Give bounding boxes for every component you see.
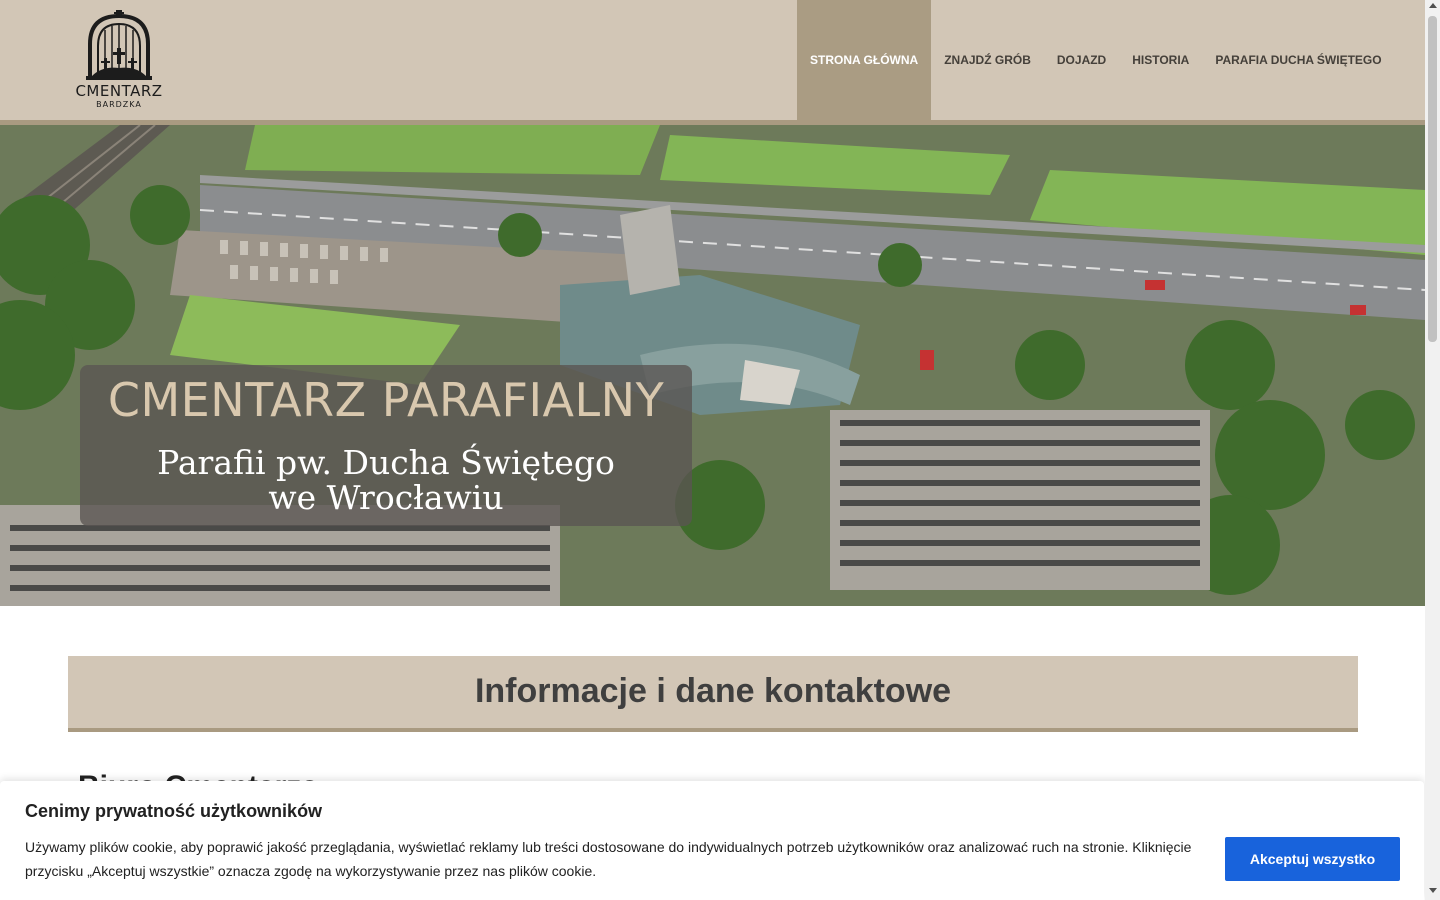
hero-banner: CMENTARZ PARAFIALNY Parafii pw. Ducha Św… xyxy=(0,125,1425,606)
cookie-description: Używamy plików cookie, aby poprawić jako… xyxy=(25,839,1192,879)
logo-subtitle: BARDZKA xyxy=(96,100,142,109)
hero-caption-box: CMENTARZ PARAFIALNY Parafii pw. Ducha Św… xyxy=(80,365,692,526)
cookie-title: Cenimy prywatność użytkowników xyxy=(25,801,323,821)
logo-title: CMENTARZ xyxy=(75,82,163,100)
page-scrollbar[interactable] xyxy=(1425,0,1440,900)
site-logo[interactable]: CMENTARZ BARDZKA xyxy=(72,10,166,112)
accept-all-button[interactable]: Akceptuj wszystko xyxy=(1225,837,1400,881)
scroll-down-arrow-icon[interactable] xyxy=(1429,888,1437,893)
info-banner: Informacje i dane kontaktowe xyxy=(68,656,1358,732)
nav-item-historia[interactable]: HISTORIA xyxy=(1119,0,1202,120)
scroll-thumb[interactable] xyxy=(1428,16,1437,342)
nav-item-parafia[interactable]: PARAFIA DUCHA ŚWIĘTEGO xyxy=(1202,0,1394,120)
site-header: CMENTARZ BARDZKA STRONA GŁÓWNA ZNAJDŹ GR… xyxy=(0,0,1425,120)
nav-item-znajdz-grob[interactable]: ZNAJDŹ GRÓB xyxy=(931,0,1044,120)
main-nav: STRONA GŁÓWNA ZNAJDŹ GRÓB DOJAZD HISTORI… xyxy=(797,0,1395,120)
info-title: Informacje i dane kontaktowe xyxy=(474,672,952,710)
hero-subtitle: Parafii pw. Ducha Świętego we Wrocławiu xyxy=(157,443,615,517)
cemetery-gate-icon xyxy=(86,10,152,80)
nav-item-dojazd[interactable]: DOJAZD xyxy=(1044,0,1119,120)
cookie-banner: Cenimy prywatność użytkowników Używamy p… xyxy=(0,781,1424,900)
scroll-up-arrow-icon[interactable] xyxy=(1429,3,1437,8)
hero-title: CMENTARZ PARAFIALNY xyxy=(107,373,665,427)
nav-item-strona-glowna[interactable]: STRONA GŁÓWNA xyxy=(797,0,932,120)
page: CMENTARZ BARDZKA STRONA GŁÓWNA ZNAJDŹ GR… xyxy=(0,0,1440,900)
